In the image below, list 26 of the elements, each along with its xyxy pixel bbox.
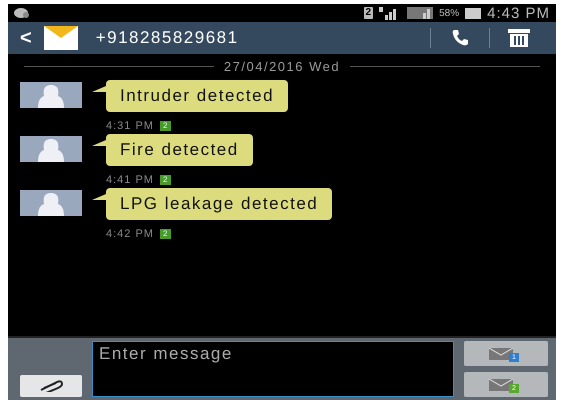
sim-badge: 2 <box>160 175 172 185</box>
envelope-icon <box>44 26 78 50</box>
attach-button[interactable] <box>20 375 82 397</box>
battery-icon <box>465 8 482 18</box>
notification-icon <box>14 7 30 19</box>
avatar-icon <box>20 82 82 108</box>
sim-badge: 2 <box>160 229 172 239</box>
delete-icon[interactable] <box>508 29 530 47</box>
sim-badge: 2 <box>364 7 374 19</box>
date-divider: 27/04/2016 Wed <box>224 58 340 74</box>
message-time: 4:31 PM <box>106 120 154 132</box>
back-button[interactable]: < <box>16 26 36 50</box>
message-time: 4:41 PM <box>106 174 154 186</box>
sim-badge: 2 <box>160 121 172 131</box>
phone-icon[interactable] <box>451 29 469 47</box>
battery-percent: 58% <box>439 8 460 18</box>
envelope-icon <box>489 348 514 360</box>
signal-icon <box>407 7 434 19</box>
message-time: 4:42 PM <box>106 228 154 240</box>
contact-number: +918285829681 <box>96 28 240 48</box>
avatar-icon <box>20 190 82 216</box>
envelope-icon <box>489 378 514 390</box>
avatar-icon <box>20 136 82 162</box>
message-input[interactable]: Enter message <box>92 341 454 397</box>
paperclip-icon <box>38 380 64 392</box>
clock-time: 4:43 PM <box>487 4 550 22</box>
